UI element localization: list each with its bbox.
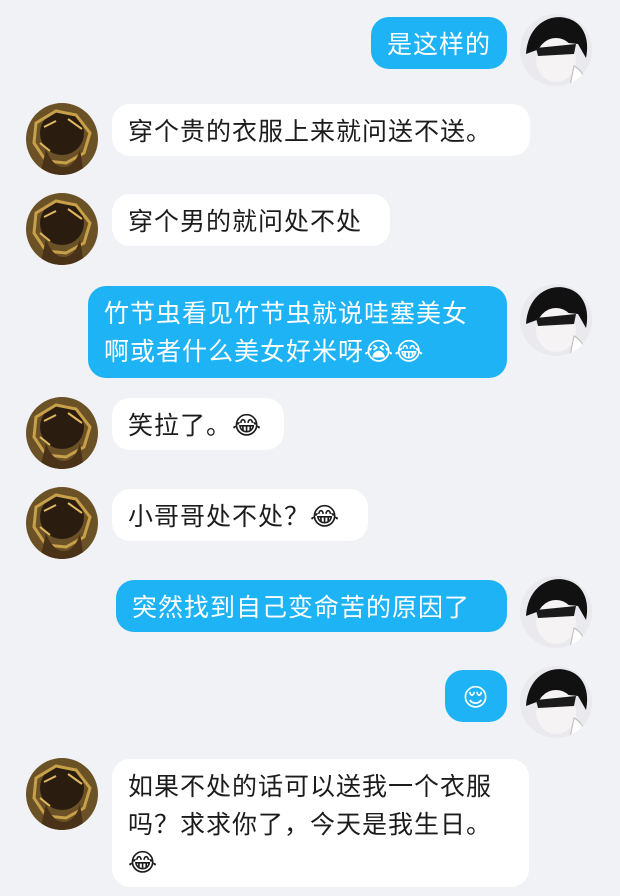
outgoing-avatar-icon[interactable] bbox=[520, 14, 592, 86]
incoming-message-bubble[interactable]: 穿个贵的衣服上来就问送不送。 bbox=[112, 104, 530, 156]
incoming-message-bubble[interactable]: 笑拉了。😂 bbox=[112, 398, 284, 450]
incoming-avatar-icon[interactable] bbox=[26, 103, 98, 175]
incoming-avatar-icon[interactable] bbox=[26, 193, 98, 265]
outgoing-avatar-icon[interactable] bbox=[520, 576, 592, 648]
incoming-avatar-icon[interactable] bbox=[26, 758, 98, 830]
incoming-avatar-icon[interactable] bbox=[26, 487, 98, 559]
incoming-avatar-icon[interactable] bbox=[26, 397, 98, 469]
outgoing-message-bubble[interactable]: 是这样的 bbox=[371, 17, 507, 69]
outgoing-avatar-icon[interactable] bbox=[520, 284, 592, 356]
outgoing-message-bubble[interactable]: 竹节虫看见竹节虫就说哇塞美女 啊或者什么美女好米呀😭😂 bbox=[88, 286, 507, 378]
outgoing-message-bubble[interactable]: 😌 bbox=[445, 670, 507, 722]
outgoing-message-bubble[interactable]: 突然找到自己变命苦的原因了 bbox=[116, 580, 507, 632]
outgoing-avatar-icon[interactable] bbox=[520, 666, 592, 738]
incoming-message-bubble[interactable]: 穿个男的就问处不处 bbox=[112, 194, 390, 246]
incoming-message-bubble[interactable]: 如果不处的话可以送我一个衣服 吗？求求你了，今天是我生日。 😂 bbox=[112, 759, 529, 887]
incoming-message-bubble[interactable]: 小哥哥处不处？😂 bbox=[112, 489, 368, 541]
